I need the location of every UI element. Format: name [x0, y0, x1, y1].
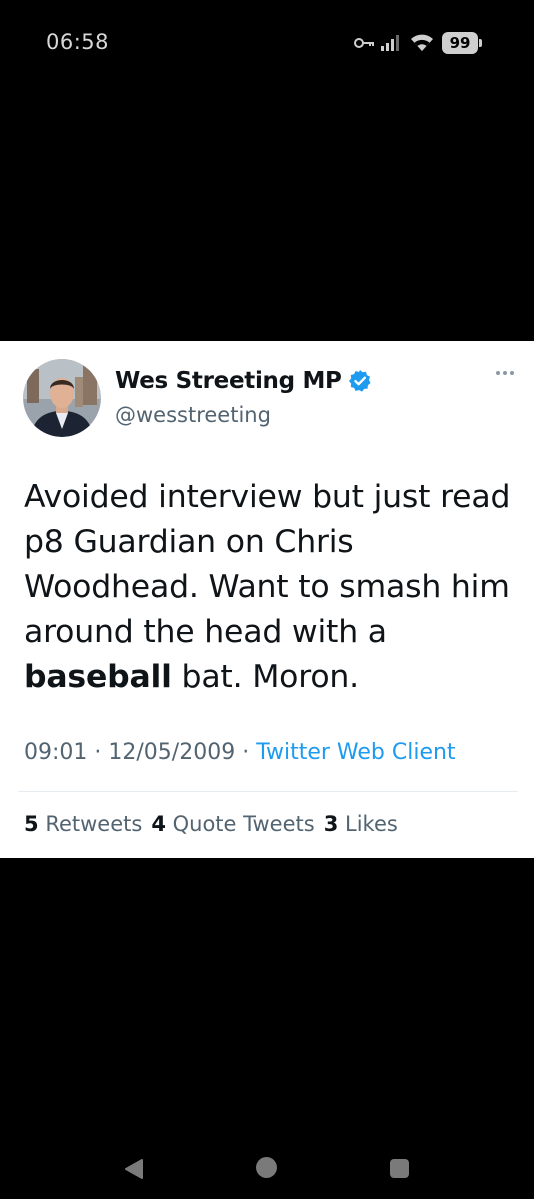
- navigation-bar: [0, 1140, 534, 1199]
- tweet-text-tail: bat. Moron.: [171, 659, 360, 695]
- verified-badge-icon: [348, 369, 372, 393]
- key-icon: [354, 37, 376, 49]
- avatar[interactable]: [23, 359, 101, 437]
- signal-icon: [380, 34, 402, 52]
- quotes-count: 4: [151, 812, 166, 836]
- tweet-text-line: Woodhead. Want to smash him: [24, 569, 510, 605]
- author-handle[interactable]: @wesstreeting: [115, 403, 271, 427]
- tweet-time[interactable]: 09:01: [24, 740, 87, 765]
- status-bar: 06:58 99: [0, 0, 534, 90]
- tweet-text-bold: baseball: [24, 659, 172, 695]
- tweet-text-line: p8 Guardian on Chris: [24, 524, 354, 560]
- status-time: 06:58: [46, 30, 110, 54]
- home-icon[interactable]: [256, 1157, 277, 1178]
- back-icon[interactable]: [123, 1158, 145, 1185]
- author-name[interactable]: Wes Streeting MP: [115, 368, 342, 394]
- retweets-stat[interactable]: 5 Retweets: [24, 812, 142, 836]
- stats-row: 5 Retweets 4 Quote Tweets 3 Likes: [24, 812, 398, 836]
- tweet-text-line: around the head with a: [24, 614, 387, 650]
- quotes-stat[interactable]: 4 Quote Tweets: [151, 812, 314, 836]
- likes-label: Likes: [345, 812, 398, 836]
- likes-stat[interactable]: 3 Likes: [324, 812, 398, 836]
- screen: 06:58 99 Wes Streeting MP @wesstreeting …: [0, 0, 534, 1199]
- status-icons: 99: [354, 30, 482, 56]
- retweets-label: Retweets: [45, 812, 143, 836]
- battery-level: 99: [449, 34, 471, 52]
- more-options-icon[interactable]: [496, 371, 514, 375]
- tweet-text-line: Avoided interview but just read: [24, 479, 511, 515]
- meta-separator: ·: [235, 740, 257, 765]
- author-name-row[interactable]: Wes Streeting MP: [115, 368, 372, 394]
- battery-icon: 99: [442, 32, 482, 54]
- tweet-text-line: baseball bat. Moron.: [24, 655, 519, 700]
- recents-icon[interactable]: [390, 1159, 409, 1178]
- wifi-icon: [410, 34, 434, 52]
- meta-separator: ·: [87, 740, 109, 765]
- quotes-label: Quote Tweets: [172, 812, 315, 836]
- divider: [18, 791, 518, 792]
- tweet-source[interactable]: Twitter Web Client: [256, 740, 455, 765]
- tweet-card: Wes Streeting MP @wesstreeting Avoided i…: [0, 341, 534, 858]
- tweet-text: Avoided interview but just read p8 Guard…: [24, 475, 519, 700]
- likes-count: 3: [323, 812, 339, 836]
- battery-tip: [479, 39, 482, 47]
- tweet-meta: 09:01 · 12/05/2009 · Twitter Web Client: [24, 740, 456, 765]
- retweets-count: 5: [24, 812, 39, 836]
- tweet-date[interactable]: 12/05/2009: [108, 740, 235, 765]
